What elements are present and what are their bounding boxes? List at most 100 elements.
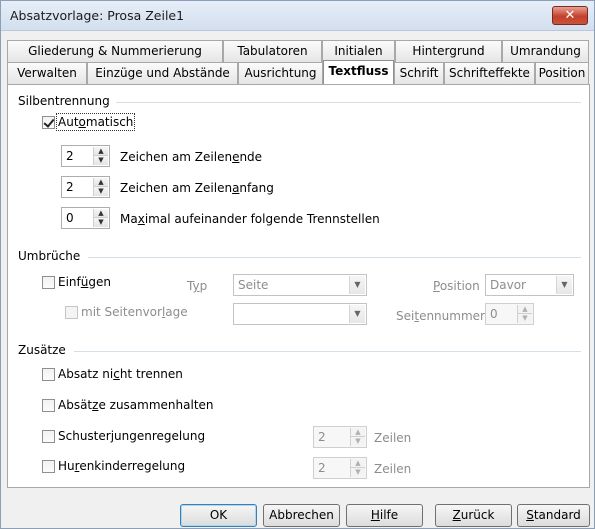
spin-up-icon[interactable]: ▲	[94, 209, 108, 218]
automatisch-label[interactable]: Automatisch	[55, 113, 136, 131]
automatisch-checkbox[interactable]	[42, 116, 55, 129]
spin-up-icon[interactable]: ▲	[94, 178, 108, 187]
schusterjungen-label: Schusterjungenregelung	[58, 429, 206, 443]
section-divider	[116, 102, 581, 103]
seitennummer-stepper[interactable]: 0 ▲ ▼	[485, 303, 534, 325]
typ-dropdown[interactable]: Seite ▼	[233, 274, 367, 296]
tab-label: Verwalten	[17, 66, 77, 80]
position-dropdown[interactable]: Davor ▼	[485, 274, 574, 296]
absaetze-zusammenhalten-label: Absätze zusammenhalten	[58, 398, 214, 412]
typ-label: Typ	[187, 279, 208, 293]
zeilenanfang-stepper[interactable]: 2 ▲ ▼	[61, 176, 110, 198]
schusterjungen-stepper[interactable]: 2 ▲ ▼	[313, 426, 367, 448]
stepper-buttons: ▲ ▼	[93, 209, 108, 227]
tab-umrandung[interactable]: Umrandung	[502, 40, 589, 62]
spin-up-icon[interactable]: ▲	[518, 305, 532, 314]
button-label: Hilfe	[370, 508, 399, 522]
stepper-value: 0	[66, 211, 74, 225]
schusterjungen-checkbox[interactable]	[42, 430, 55, 443]
mit-seitenvorlage-label: mit Seitenvorlage	[81, 305, 188, 319]
tab-label: Schrifteffekte	[449, 66, 530, 80]
spin-down-icon[interactable]: ▼	[518, 314, 532, 323]
tab-label: Gliederung & Nummerierung	[28, 44, 202, 58]
spin-up-icon[interactable]: ▲	[94, 147, 108, 156]
zurueck-button[interactable]: Zurück	[435, 504, 512, 527]
button-label: OK	[209, 508, 228, 522]
tab-page-textfluss: Silbentrennung Automatisch 2 ▲ ▼ Zeichen…	[7, 84, 590, 488]
stepper-buttons: ▲ ▼	[93, 178, 108, 196]
tab-hintergrund[interactable]: Hintergrund	[395, 40, 502, 62]
ok-button[interactable]: OK	[180, 504, 257, 527]
schusterjungen-unit: Zeilen	[374, 431, 412, 445]
tab-textfluss[interactable]: Textfluss	[323, 60, 394, 84]
stepper-buttons: ▲ ▼	[93, 147, 108, 165]
spin-up-icon[interactable]: ▲	[351, 428, 365, 437]
trennstellen-label: Maximal aufeinander folgende Trennstelle…	[120, 212, 380, 226]
chevron-down-icon[interactable]: ▼	[556, 276, 572, 294]
hilfe-button[interactable]: Hilfe	[346, 504, 423, 527]
mit-seitenvorlage-checkbox[interactable]	[65, 306, 78, 319]
dialog-window: Absatzvorlage: Prosa Zeile1 ✕ Gliederung…	[0, 0, 595, 529]
stepper-buttons: ▲ ▼	[350, 428, 365, 446]
tab-label: Position	[538, 66, 586, 80]
section-title-umbrueche: Umbrüche	[18, 249, 81, 263]
seitennummer-label: Seitennummer	[396, 309, 485, 323]
tab-label: Schrift	[399, 66, 439, 80]
tab-initialen[interactable]: Initialen	[322, 40, 395, 62]
window-title: Absatzvorlage: Prosa Zeile1	[10, 8, 185, 23]
hurenkinder-checkbox[interactable]	[42, 460, 55, 473]
trennstellen-stepper[interactable]: 0 ▲ ▼	[61, 207, 110, 229]
stepper-buttons: ▲ ▼	[350, 459, 365, 477]
chevron-down-icon[interactable]: ▼	[349, 305, 365, 323]
stepper-buttons: ▲ ▼	[517, 305, 532, 323]
spin-down-icon[interactable]: ▼	[94, 218, 108, 227]
stepper-value: 0	[490, 307, 498, 321]
spin-down-icon[interactable]: ▼	[351, 437, 365, 446]
button-label: Zurück	[452, 508, 495, 522]
standard-button[interactable]: Standard	[517, 504, 590, 527]
tab-label: Ausrichtung	[244, 66, 317, 80]
spin-down-icon[interactable]: ▼	[351, 468, 365, 477]
hurenkinder-label: Hurenkinderregelung	[58, 459, 186, 473]
abbrechen-button[interactable]: Abbrechen	[263, 504, 340, 527]
spin-down-icon[interactable]: ▼	[94, 156, 108, 165]
tab-label: Tabulatoren	[237, 44, 308, 58]
tab-verwalten[interactable]: Verwalten	[7, 62, 87, 84]
stepper-value: 2	[318, 430, 326, 444]
hurenkinder-stepper[interactable]: 2 ▲ ▼	[313, 457, 367, 479]
tab-gliederung-nummerierung[interactable]: Gliederung & Nummerierung	[7, 40, 223, 62]
tab-label: Umrandung	[510, 44, 581, 58]
stepper-value: 2	[66, 149, 74, 163]
einfuegen-checkbox[interactable]	[42, 276, 55, 289]
position-label: Position	[433, 279, 480, 293]
chevron-down-icon[interactable]: ▼	[349, 276, 365, 294]
tab-label: Hintergrund	[412, 44, 485, 58]
hurenkinder-unit: Zeilen	[374, 462, 412, 476]
tab-tabulatoren[interactable]: Tabulatoren	[223, 40, 322, 62]
tab-ausrichtung[interactable]: Ausrichtung	[238, 62, 323, 84]
section-divider	[74, 351, 581, 352]
button-label: Standard	[526, 508, 581, 522]
tab-schrifteffekte[interactable]: Schrifteffekte	[444, 62, 535, 84]
zeilenanfang-label: Zeichen am Zeilenanfang	[120, 181, 274, 195]
tab-label: Textfluss	[328, 64, 389, 78]
spin-up-icon[interactable]: ▲	[351, 459, 365, 468]
zeilenende-label: Zeichen am Zeilenende	[120, 150, 263, 164]
dropdown-value: Seite	[238, 278, 269, 292]
tab-label: Initialen	[334, 44, 383, 58]
button-label: Abbrechen	[269, 508, 334, 522]
section-divider	[88, 257, 581, 258]
tab-position[interactable]: Position	[535, 62, 589, 84]
dropdown-value: Davor	[490, 278, 526, 292]
absaetze-zusammenhalten-checkbox[interactable]	[42, 399, 55, 412]
seitenvorlage-dropdown[interactable]: ▼	[233, 303, 367, 325]
zeilenende-stepper[interactable]: 2 ▲ ▼	[61, 145, 110, 167]
close-button[interactable]: ✕	[552, 6, 588, 25]
stepper-value: 2	[66, 180, 74, 194]
tab-einzuege-abstaende[interactable]: Einzüge und Abstände	[87, 62, 238, 84]
title-bar[interactable]: Absatzvorlage: Prosa Zeile1 ✕	[1, 1, 594, 31]
tab-schrift[interactable]: Schrift	[394, 62, 444, 84]
absatz-nicht-trennen-checkbox[interactable]	[42, 368, 55, 381]
absatz-nicht-trennen-label: Absatz nicht trennen	[58, 367, 183, 381]
spin-down-icon[interactable]: ▼	[94, 187, 108, 196]
